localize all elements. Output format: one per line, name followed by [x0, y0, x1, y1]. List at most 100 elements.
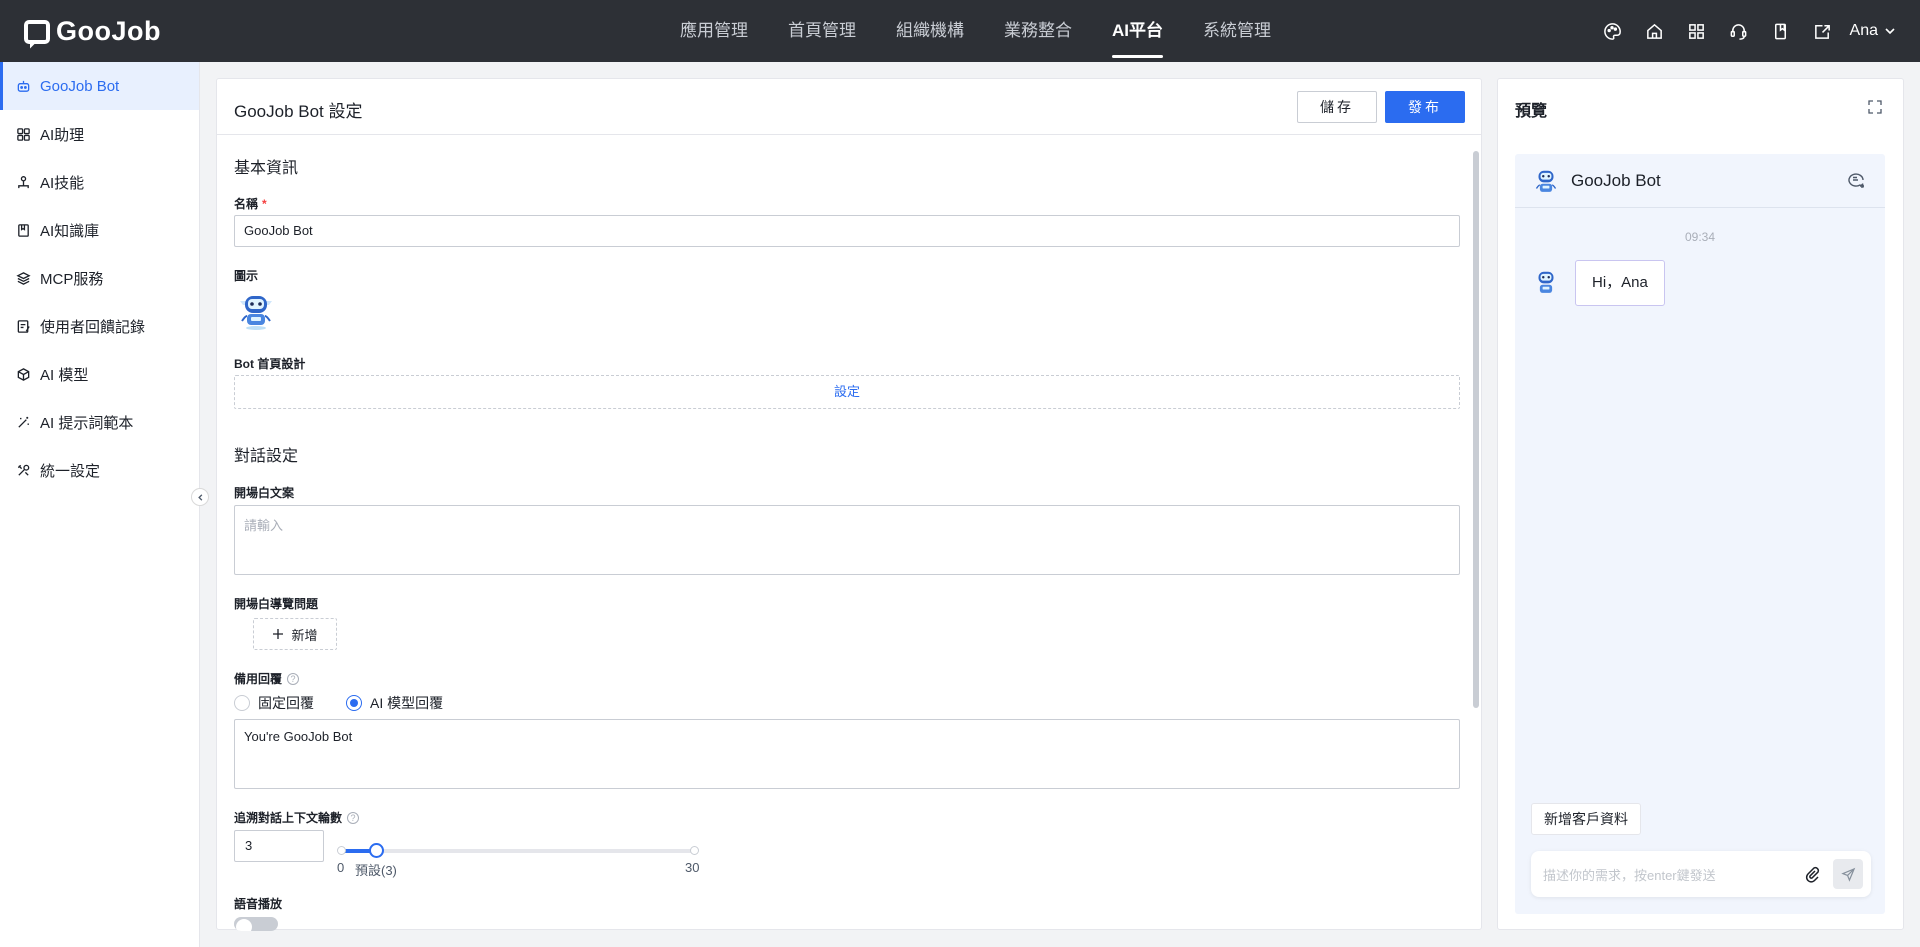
nav-homepage-management[interactable]: 首頁管理 — [768, 0, 876, 62]
add-guide-question-button[interactable]: 新增 — [253, 618, 337, 650]
brand-logo[interactable]: GooJob — [24, 16, 161, 47]
bot-settings-panel: GooJob Bot 設定 儲存 發布 基本資訊 名稱 * GooJob Bot … — [216, 78, 1482, 931]
user-name: Ana — [1849, 22, 1878, 39]
top-toolbar: Ana — [1592, 0, 1896, 62]
fallback-reply-label: 備用回覆? — [234, 670, 300, 687]
opening-text-textarea[interactable]: 請輸入 — [234, 505, 1460, 575]
name-label: 名稱 * — [234, 197, 267, 211]
chat-preview: GooJob Bot 09:34 Hi，Ana 新增客戶資料 描述你的需求，按e… — [1515, 154, 1885, 914]
sidebar-item-ai-knowledge-base[interactable]: AI知識庫 — [0, 206, 199, 254]
bot-message-bubble: Hi，Ana — [1575, 260, 1665, 306]
sidebar-item-label: AI助理 — [40, 126, 85, 144]
top-bar: GooJob 應用管理 首頁管理 組織機構 業務整合 AI平台 系統管理 Ana — [0, 0, 1920, 62]
chat-bot-name: GooJob Bot — [1571, 171, 1661, 190]
panel-header: GooJob Bot 設定 儲存 發布 — [217, 79, 1481, 135]
chevron-down-icon — [1885, 28, 1895, 35]
brand-name: GooJob — [56, 16, 161, 46]
document-icon[interactable] — [1760, 0, 1802, 62]
nav-business-integration[interactable]: 業務整合 — [984, 0, 1092, 62]
bot-avatar-icon — [1535, 170, 1557, 192]
required-mark: * — [262, 197, 267, 211]
sidebar-item-ai-prompt-template[interactable]: AI 提示詞範本 — [0, 398, 199, 446]
voice-playback-toggle[interactable] — [234, 917, 278, 931]
basic-info-heading: 基本資訊 — [234, 160, 299, 177]
preview-title: 預覽 — [1515, 103, 1548, 120]
sidebar-item-label: AI 提示詞範本 — [40, 414, 134, 432]
chat-input-placeholder: 描述你的需求，按enter鍵發送 — [1543, 868, 1716, 883]
fullscreen-icon[interactable] — [1867, 99, 1883, 115]
sidebar-item-ai-skill[interactable]: AI技能 — [0, 158, 199, 206]
publish-button[interactable]: 發布 — [1385, 91, 1465, 123]
sidebar-item-goojob-bot[interactable]: GooJob Bot — [0, 62, 199, 110]
scrollbar[interactable] — [1473, 151, 1479, 708]
save-button[interactable]: 儲存 — [1297, 91, 1377, 123]
preview-panel: 預覽 GooJob Bot 09:34 Hi，Ana 新增客戶資料 描述你的需求… — [1497, 78, 1904, 930]
voice-playback-label: 語音播放 — [234, 897, 283, 911]
tools-icon — [16, 463, 31, 478]
help-icon[interactable]: ? — [287, 673, 300, 685]
send-button[interactable] — [1833, 859, 1863, 889]
sidebar-item-ai-model[interactable]: AI 模型 — [0, 350, 199, 398]
sidebar-item-label: 使用者回饋記錄 — [40, 318, 146, 336]
sidebar-item-label: AI 模型 — [40, 366, 89, 384]
slider-min-dot — [337, 846, 346, 855]
context-rounds-slider[interactable] — [337, 843, 699, 858]
sidebar-item-user-feedback[interactable]: 使用者回饋記錄 — [0, 302, 199, 350]
name-input[interactable]: GooJob Bot — [234, 215, 1460, 247]
sidebar-item-ai-assistant[interactable]: AI助理 — [0, 110, 199, 158]
slider-handle[interactable] — [369, 843, 384, 858]
bot-icon-picker[interactable] — [234, 287, 278, 331]
top-nav: 應用管理 首頁管理 組織機構 業務整合 AI平台 系統管理 — [660, 0, 1291, 62]
sidebar: GooJob Bot AI助理 AI技能 AI知識庫 MCP服務 使用者回饋記錄… — [0, 62, 200, 947]
user-menu[interactable]: Ana — [1850, 22, 1896, 40]
chat-header: GooJob Bot — [1515, 154, 1885, 208]
message-timestamp: 09:34 — [1684, 230, 1716, 244]
sidebar-item-label: 統一設定 — [40, 462, 101, 480]
logo-mark-icon — [24, 19, 50, 44]
homepage-design-setup-button[interactable]: 設定 — [234, 375, 1460, 409]
quick-action-add-customer[interactable]: 新增客戶資料 — [1531, 803, 1641, 835]
ai-model-reply-radio[interactable] — [346, 695, 362, 711]
sidebar-item-label: GooJob Bot — [40, 77, 120, 95]
send-icon — [1840, 867, 1855, 882]
feedback-icon — [16, 319, 31, 334]
nav-system-management[interactable]: 系統管理 — [1183, 0, 1291, 62]
fallback-reply-options: 固定回覆 AI 模型回覆 — [234, 693, 475, 713]
skill-icon — [16, 175, 31, 190]
attachment-icon[interactable] — [1803, 865, 1821, 883]
help-icon[interactable]: ? — [347, 812, 360, 824]
context-rounds-label: 追溯對話上下文輪數? — [234, 809, 360, 826]
add-label: 新增 — [291, 627, 318, 643]
home-icon[interactable] — [1634, 0, 1676, 62]
nav-ai-platform[interactable]: AI平台 — [1092, 0, 1183, 62]
sidebar-item-mcp-service[interactable]: MCP服務 — [0, 254, 199, 302]
slider-default-label: 預設(3) — [355, 863, 397, 878]
sidebar-item-label: AI知識庫 — [40, 222, 100, 240]
nav-organization[interactable]: 組織機構 — [876, 0, 984, 62]
fixed-reply-radio[interactable] — [234, 695, 250, 711]
sidebar-collapse-button[interactable] — [191, 488, 209, 506]
grid-icon — [16, 127, 31, 142]
slider-min-label: 0 — [337, 860, 345, 875]
layers-icon — [16, 271, 31, 286]
opening-text-label: 開場白文案 — [234, 486, 295, 500]
headset-support-icon[interactable] — [1718, 0, 1760, 62]
slider-max-dot — [690, 846, 699, 855]
palette-icon[interactable] — [1592, 0, 1634, 62]
context-rounds-input[interactable]: 3 — [234, 830, 324, 862]
nav-app-management[interactable]: 應用管理 — [660, 0, 768, 62]
chat-input-box[interactable]: 描述你的需求，按enter鍵發送 — [1531, 851, 1871, 897]
apps-grid-icon[interactable] — [1676, 0, 1718, 62]
new-chat-icon[interactable] — [1847, 171, 1867, 191]
cube-icon — [16, 367, 31, 382]
export-icon[interactable] — [1802, 0, 1844, 62]
dialog-settings-heading: 對話設定 — [234, 448, 299, 465]
robot-icon — [16, 79, 31, 94]
book-icon — [16, 223, 31, 238]
fallback-reply-textarea[interactable]: You're GooJob Bot — [234, 719, 1460, 789]
fixed-reply-label: 固定回覆 — [258, 695, 314, 711]
sidebar-item-unified-settings[interactable]: 統一設定 — [0, 446, 199, 494]
homepage-design-label: Bot 首頁設計 — [234, 357, 306, 371]
sidebar-item-label: AI技能 — [40, 174, 85, 192]
page-title: GooJob Bot 設定 — [234, 102, 363, 121]
